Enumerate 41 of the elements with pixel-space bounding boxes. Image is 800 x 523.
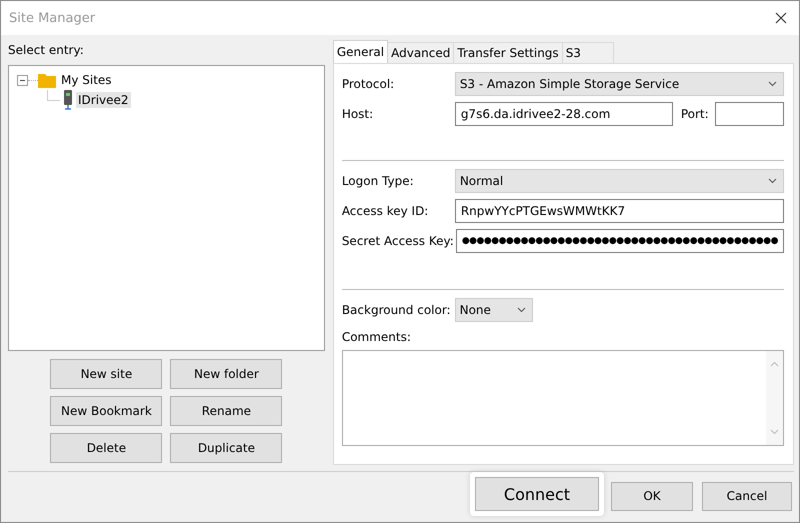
scrollbar[interactable] xyxy=(766,351,783,445)
scroll-up-icon[interactable] xyxy=(770,361,779,367)
close-icon[interactable] xyxy=(775,12,787,24)
port-field[interactable] xyxy=(714,102,784,126)
chevron-down-icon xyxy=(516,307,526,313)
tree-item[interactable]: My Sites xyxy=(59,72,114,88)
collapse-icon[interactable] xyxy=(17,74,28,86)
dialog-button[interactable]: Connect xyxy=(475,477,599,511)
action-button[interactable]: Delete xyxy=(50,433,162,463)
action-button[interactable]: New folder xyxy=(170,359,282,389)
access-key-field[interactable]: RnpwYYcPTGEwsWMWtKK7 xyxy=(454,199,784,223)
server-icon xyxy=(63,90,73,110)
chevron-down-icon xyxy=(768,178,777,184)
protocol-label: Protocol: xyxy=(342,77,396,91)
logon-type-dropdown[interactable]: Normal xyxy=(454,169,784,193)
action-button[interactable]: New Bookmark xyxy=(50,396,162,426)
tree-item[interactable]: IDrivee2 xyxy=(76,92,131,108)
access-key-label: Access key ID: xyxy=(342,204,430,218)
tab[interactable]: S3 xyxy=(562,42,614,63)
background-color-label: Background color: xyxy=(342,303,451,317)
comments-field[interactable] xyxy=(342,350,784,446)
action-button[interactable]: New site xyxy=(50,359,162,389)
host-label: Host: xyxy=(342,107,374,121)
comments-label: Comments: xyxy=(342,330,412,344)
tab[interactable]: General xyxy=(332,40,388,63)
window-title: Site Manager xyxy=(9,10,96,26)
action-button[interactable]: Rename xyxy=(170,396,282,426)
dialog-button[interactable]: OK xyxy=(611,482,693,510)
host-field[interactable]: g7s6.da.idrivee2-28.com xyxy=(454,102,673,126)
chevron-down-icon xyxy=(768,81,777,87)
folder-icon xyxy=(38,72,56,88)
action-button[interactable]: Duplicate xyxy=(170,433,282,463)
secret-key-label: Secret Access Key: xyxy=(342,234,454,248)
secret-key-field[interactable]: ●●●●●●●●●●●●●●●●●●●●●●●●●●●●●●●●●●●●●●●●●●● xyxy=(456,229,784,253)
protocol-dropdown[interactable]: S3 - Amazon Simple Storage Service xyxy=(454,72,784,96)
scroll-down-icon[interactable] xyxy=(770,429,779,435)
dialog-button[interactable]: Cancel xyxy=(702,482,792,510)
select-entry-label: Select entry: xyxy=(8,43,85,57)
background-color-dropdown[interactable]: None xyxy=(454,298,533,322)
logon-type-label: Logon Type: xyxy=(342,174,415,188)
port-label: Port: xyxy=(680,107,709,121)
